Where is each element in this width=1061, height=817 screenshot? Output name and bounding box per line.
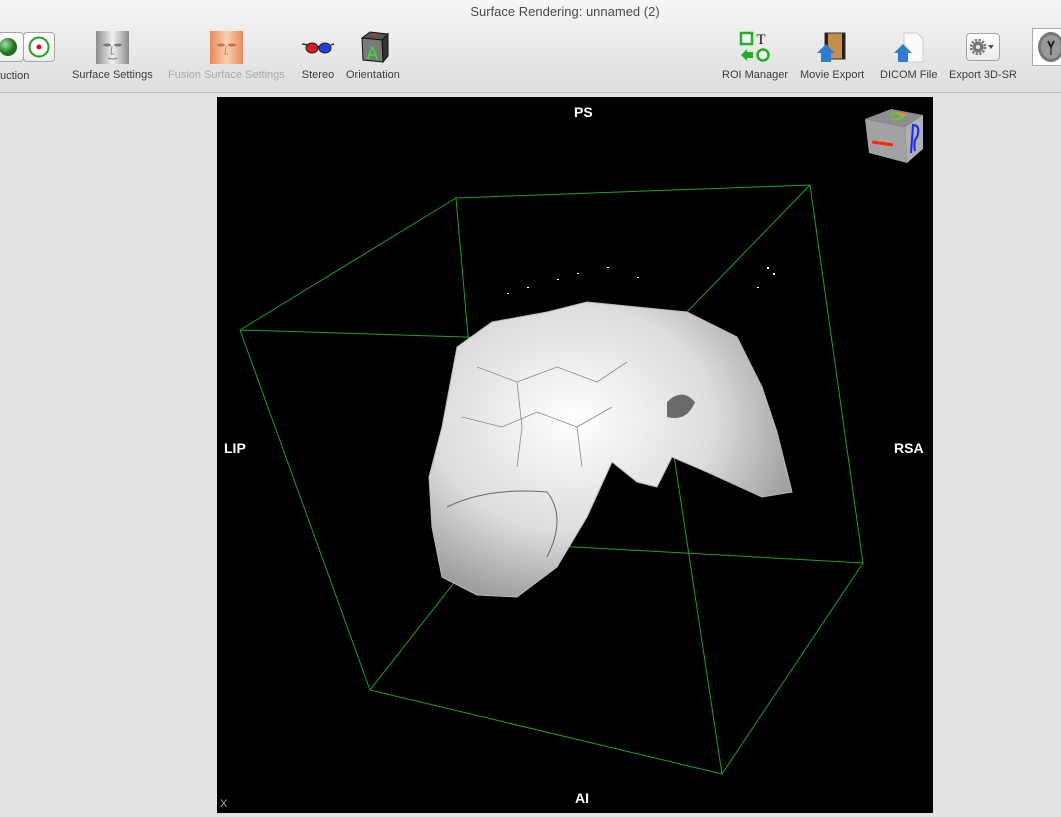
scatter-debris bbox=[507, 267, 775, 294]
bbox-edge bbox=[721, 562, 864, 775]
orientation-label-bottom: AI bbox=[575, 790, 589, 806]
window-title: Surface Rendering: unnamed (2) bbox=[470, 4, 660, 19]
roi-manager-label: ROI Manager bbox=[722, 69, 789, 81]
svg-text:A: A bbox=[367, 44, 379, 64]
orientation-cube-widget[interactable] bbox=[861, 103, 929, 167]
svg-text:T: T bbox=[756, 32, 765, 48]
gear-dropdown[interactable] bbox=[965, 33, 1000, 61]
stereo-label: Stereo bbox=[301, 69, 335, 81]
orientation-label: Orientation bbox=[346, 69, 400, 81]
surface-settings-label: Surface Settings bbox=[72, 69, 153, 81]
dicom-file-button[interactable]: DICOM File bbox=[880, 30, 937, 81]
orientation-label-top: PS bbox=[574, 104, 593, 120]
export-3d-sr-button[interactable]: Export 3D-SR bbox=[949, 30, 1017, 81]
movie-export-icon bbox=[817, 32, 846, 62]
roi-manager-button[interactable]: T ROI Manager bbox=[722, 30, 788, 81]
face-gray-icon bbox=[95, 30, 129, 64]
orientation-cube-icon: A bbox=[360, 31, 389, 64]
bbox-edge bbox=[239, 197, 457, 331]
window-titlebar: Surface Rendering: unnamed (2) uction Su… bbox=[0, 0, 1061, 93]
fusion-surface-settings-label: Fusion Surface Settings bbox=[168, 69, 285, 81]
shading-mode-button[interactable] bbox=[0, 32, 24, 62]
gear-dropdown-icon bbox=[969, 39, 994, 55]
roi-manager-icon: T bbox=[739, 31, 770, 62]
fusion-surface-settings-button[interactable]: Fusion Surface Settings bbox=[168, 30, 285, 81]
point-mode-button[interactable] bbox=[23, 32, 55, 62]
dicom-file-icon bbox=[893, 32, 924, 63]
3d-glasses-icon bbox=[301, 42, 335, 54]
corner-label: X bbox=[220, 798, 228, 810]
dicom-file-label: DICOM File bbox=[880, 69, 938, 81]
sphere-icon bbox=[0, 38, 17, 56]
orientation-label-right: RSA bbox=[894, 440, 924, 456]
brain-scan-icon bbox=[1038, 32, 1061, 62]
3d-viewport[interactable]: PS AI LIP RSA X bbox=[217, 97, 933, 813]
stereo-button[interactable]: Stereo bbox=[301, 30, 335, 81]
movie-export-label: Movie Export bbox=[800, 69, 865, 81]
surface-settings-button[interactable]: Surface Settings bbox=[72, 30, 153, 81]
face-orange-icon bbox=[209, 30, 243, 64]
orientation-label-left: LIP bbox=[224, 440, 246, 456]
skull-surface bbox=[428, 301, 793, 598]
function-label: uction bbox=[0, 70, 30, 82]
movie-export-button[interactable]: Movie Export bbox=[800, 30, 864, 81]
orientation-button[interactable]: A Orientation bbox=[346, 30, 400, 81]
export-3d-sr-label: Export 3D-SR bbox=[949, 69, 1017, 81]
target-icon bbox=[28, 36, 50, 58]
bounding-box bbox=[239, 184, 864, 775]
brain-thumbnail-button[interactable] bbox=[1032, 28, 1061, 66]
